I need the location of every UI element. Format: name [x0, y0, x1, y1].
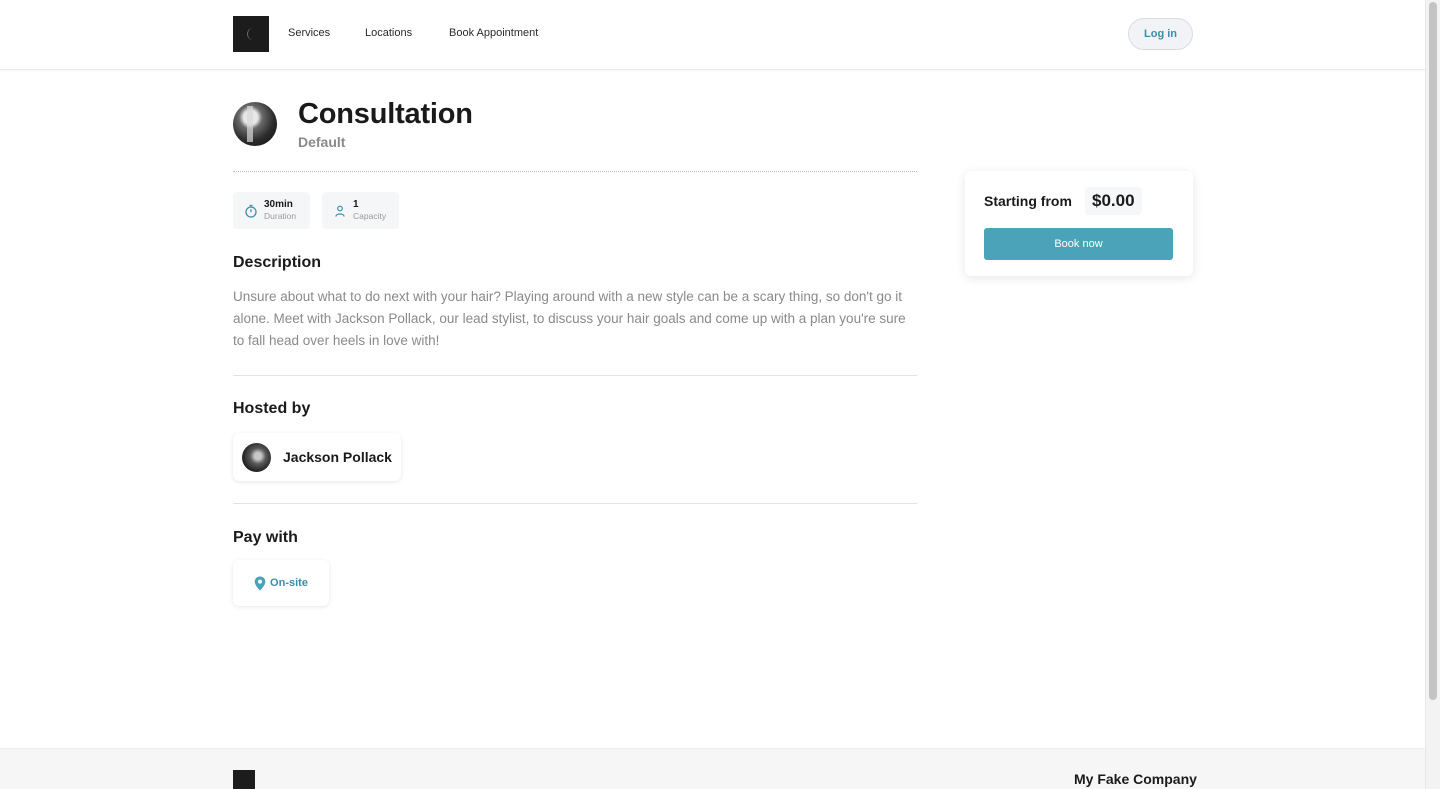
footer: My Fake Company [0, 748, 1425, 789]
top-nav-bar: Services Locations Book Appointment Log … [0, 0, 1425, 70]
book-now-button[interactable]: Book now [984, 228, 1173, 260]
footer-logo[interactable] [233, 770, 255, 789]
payment-method-label: On-site [270, 577, 308, 589]
host-avatar [242, 442, 271, 472]
description-text: Unsure about what to do next with your h… [233, 289, 906, 348]
logo-mark-icon [247, 28, 255, 40]
section-divider [233, 503, 917, 504]
payment-method-option[interactable]: On-site [233, 560, 329, 606]
footer-company-name: My Fake Company [1074, 771, 1197, 787]
duration-label: Duration [264, 211, 297, 221]
section-divider [233, 375, 917, 376]
service-image [233, 102, 277, 146]
company-logo[interactable] [233, 16, 269, 52]
capacity-chip: 1 Capacity [322, 192, 399, 229]
nav-locations-link[interactable]: Locations [365, 27, 412, 39]
price-label: Starting from [984, 193, 1072, 209]
capacity-value: 1 [353, 199, 359, 210]
description-heading: Description [233, 254, 322, 271]
hosted-by-heading: Hosted by [233, 400, 311, 417]
nav-services-link[interactable]: Services [288, 27, 330, 39]
nav-book-appointment-link[interactable]: Book Appointment [449, 27, 538, 39]
vertical-scrollbar[interactable] [1425, 0, 1440, 789]
duration-chip: 30min Duration [233, 192, 310, 229]
duration-value: 30min [264, 199, 293, 210]
price-value: $0.00 [1085, 187, 1142, 215]
host-name: Jackson Pollack [283, 449, 392, 465]
page-title: Consultation [298, 98, 473, 130]
title-divider [233, 171, 917, 172]
location-pin-icon [254, 576, 266, 590]
scrollbar-thumb[interactable] [1429, 2, 1437, 700]
booking-summary-card: Starting from $0.00 Book now [965, 171, 1193, 276]
stopwatch-icon [245, 204, 257, 218]
pay-with-heading: Pay with [233, 529, 298, 546]
host-card[interactable]: Jackson Pollack [233, 433, 401, 481]
person-icon [335, 205, 345, 217]
login-button[interactable]: Log in [1128, 18, 1193, 50]
service-subtitle: Default [298, 134, 346, 150]
capacity-label: Capacity [353, 211, 387, 221]
